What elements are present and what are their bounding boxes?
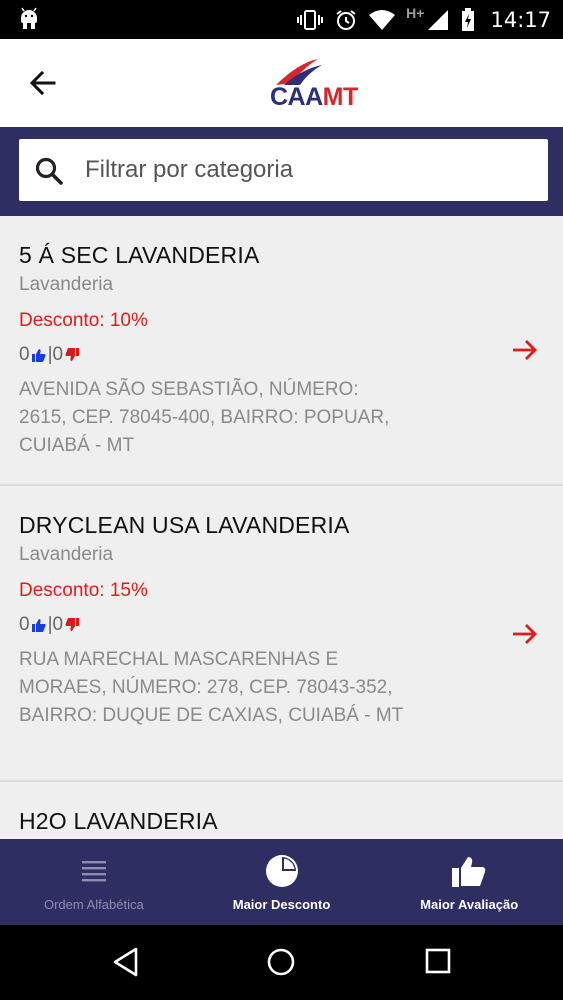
list-item[interactable]: 5 Á SEC LAVANDERIA Lavanderia Desconto: … <box>0 216 563 486</box>
search-box[interactable] <box>19 139 548 201</box>
like-count: 0 <box>19 614 30 635</box>
votes-row: 0 |0 <box>19 610 544 640</box>
list-item[interactable]: H2O LAVANDERIA <box>0 782 563 839</box>
establishment-category: Lavanderia <box>19 544 114 565</box>
list-icon <box>81 861 106 882</box>
android-notification-icon <box>21 7 37 29</box>
network-type-label: H+ <box>406 4 425 21</box>
discount-label: Desconto: 10% <box>19 310 148 331</box>
battery-icon <box>462 7 475 31</box>
discount-label: Desconto: 15% <box>19 580 148 601</box>
list-item[interactable]: DRYCLEAN USA LAVANDERIA Lavanderia Desco… <box>0 486 563 782</box>
back-triangle-icon[interactable] <box>112 947 140 977</box>
status-time: 14:17 <box>490 7 551 32</box>
dislike-count: |0 <box>47 344 64 365</box>
thumbs-down-icon[interactable] <box>65 618 80 632</box>
thumbs-up-icon[interactable] <box>31 348 46 362</box>
establishment-list[interactable]: 5 Á SEC LAVANDERIA Lavanderia Desconto: … <box>0 216 563 839</box>
signal-icon <box>428 9 449 30</box>
category-filter-input[interactable] <box>85 139 535 201</box>
establishment-name: DRYCLEAN USA LAVANDERIA <box>19 512 350 538</box>
thumbs-up-icon[interactable] <box>31 618 46 632</box>
establishment-name: H2O LAVANDERIA <box>19 808 218 834</box>
back-arrow-icon[interactable] <box>22 63 66 103</box>
votes-row: 0 |0 <box>19 340 544 370</box>
establishment-address: RUA MARECHAL MASCARENHAS E MORAES, NÚMER… <box>19 649 404 726</box>
tab-label: Maior Avaliação <box>420 897 519 912</box>
thumbs-up-icon <box>452 857 486 887</box>
alarm-icon <box>336 9 356 30</box>
vibrate-icon <box>297 9 324 30</box>
caamt-logo-text: CAAMT <box>270 83 358 111</box>
tab-alphabetical-order[interactable]: Ordem Alfabética <box>0 839 188 925</box>
like-count: 0 <box>19 344 30 365</box>
arrow-right-icon[interactable] <box>511 338 539 362</box>
dislike-count: |0 <box>47 614 64 635</box>
wifi-icon <box>369 9 396 30</box>
arrow-right-icon[interactable] <box>511 622 539 646</box>
establishment-name: 5 Á SEC LAVANDERIA <box>19 242 260 268</box>
status-bar: H+ 14:17 <box>0 0 563 39</box>
tab-label: Maior Desconto <box>232 897 331 912</box>
home-circle-icon[interactable] <box>266 947 296 977</box>
pie-chart-icon <box>265 855 298 887</box>
tab-highest-discount[interactable]: Maior Desconto <box>188 839 376 925</box>
system-navigation-bar <box>0 925 563 1000</box>
tab-label: Ordem Alfabética <box>43 897 144 912</box>
app-bar: CAAMT <box>0 39 563 127</box>
thumbs-down-icon[interactable] <box>65 348 80 362</box>
bottom-navigation: Ordem Alfabética Maior Desconto Maior Av… <box>0 839 563 925</box>
recent-apps-square-icon[interactable] <box>424 947 452 975</box>
establishment-address: AVENIDA SÃO SEBASTIÃO, NÚMERO: 2615, CEP… <box>19 379 390 456</box>
search-icon <box>35 157 63 185</box>
search-band <box>0 127 563 216</box>
tab-highest-rating[interactable]: Maior Avaliação <box>375 839 563 925</box>
establishment-category: Lavanderia <box>19 274 114 295</box>
